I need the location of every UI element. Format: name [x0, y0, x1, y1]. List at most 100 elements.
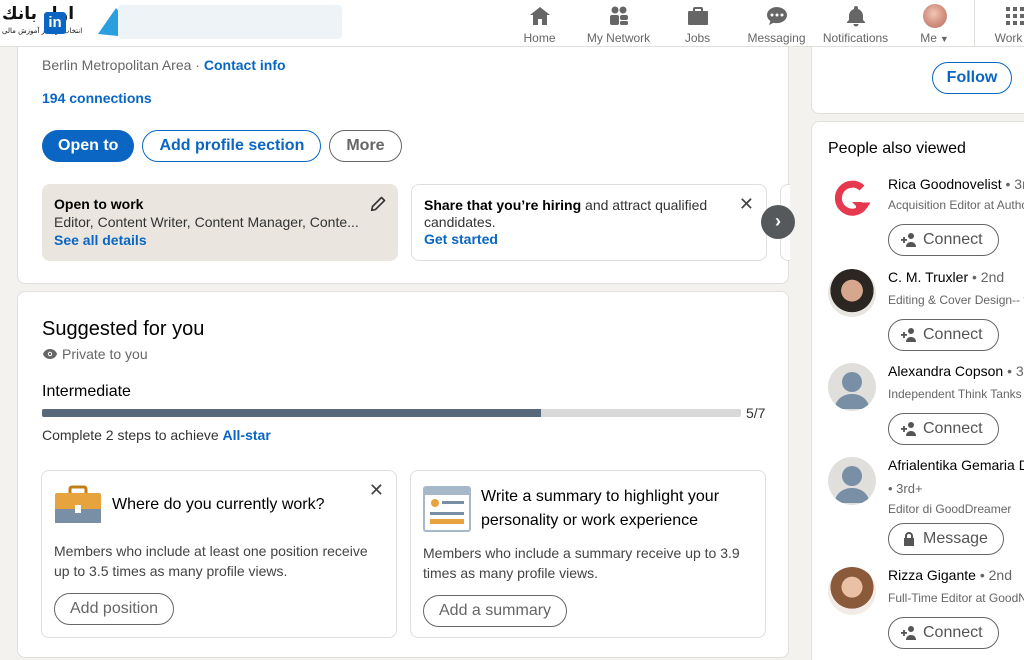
connect-button[interactable]: Connect: [888, 224, 999, 256]
hiring-card: Share that you’re hiring and attract qua…: [411, 184, 767, 261]
nav-my-network[interactable]: My Network: [579, 0, 658, 47]
task-card-position: Where do you currently work? ✕ Members w…: [41, 470, 397, 638]
get-started-link[interactable]: Get started: [424, 231, 754, 247]
avatar[interactable]: [828, 457, 876, 505]
home-icon: [529, 7, 550, 25]
connection-degree: • 2nd: [975, 567, 1012, 583]
hiring-text: Share that you’re hiring and attract qua…: [424, 197, 714, 231]
close-icon[interactable]: ✕: [739, 195, 754, 213]
eye-icon: [43, 349, 57, 359]
grid-icon: [1005, 7, 1024, 25]
open-to-button[interactable]: Open to: [42, 130, 135, 162]
message-button[interactable]: Message: [888, 523, 1004, 555]
person-headline: Editor di GoodDreamer: [888, 502, 1012, 516]
profile-strength-count: 5/7: [746, 405, 766, 421]
profile-actions: Open to Add profile section More: [42, 130, 402, 162]
default-person-icon: [834, 466, 870, 503]
more-button[interactable]: More: [329, 130, 402, 162]
chevron-right-icon: ›: [775, 211, 781, 231]
person-name-text: C. M. Truxler: [888, 269, 969, 285]
avatar[interactable]: [828, 567, 876, 615]
nav-work[interactable]: Work▼: [975, 0, 1024, 47]
task-title: Where do you currently work?: [112, 496, 325, 513]
pencil-icon[interactable]: [370, 196, 386, 212]
connection-degree-line: • 3rd+: [888, 481, 923, 496]
person-headline: Acquisition Editor at Autho: [888, 198, 1024, 212]
suggested-title: Suggested for you: [42, 318, 205, 340]
profile-location-row: Berlin Metropolitan Area · Contact info: [42, 57, 286, 73]
close-icon[interactable]: ✕: [369, 481, 384, 499]
complete-steps-prefix: Complete 2 steps to achieve: [42, 427, 223, 443]
connect-button[interactable]: Connect: [888, 319, 999, 351]
people-also-viewed-title: People also viewed: [828, 140, 966, 157]
lock-icon: [904, 532, 914, 546]
person-name[interactable]: Alexandra Copson • 3: [888, 363, 1024, 379]
global-nav: اول بانك انتخاب اول در آموزش مالی in Hom…: [0, 0, 1024, 47]
avatar[interactable]: [828, 269, 876, 317]
people-also-viewed-card: People also viewed Rica Goodnovelist • 3…: [811, 121, 1024, 660]
network-icon: [609, 6, 628, 25]
nav-me-label: Me: [920, 31, 937, 45]
carousel-next-button[interactable]: ›: [761, 205, 795, 239]
connect-button[interactable]: Connect: [888, 413, 999, 445]
default-person-icon: [834, 372, 870, 409]
person-name-text: Alexandra Copson: [888, 363, 1004, 379]
connection-degree: • 3r: [1005, 176, 1024, 192]
connect-button-label: Connect: [923, 624, 983, 641]
connect-button-label: Connect: [923, 326, 983, 343]
complete-steps-text: Complete 2 steps to achieve All-star: [42, 427, 271, 443]
nav-me[interactable]: Me ▼: [895, 0, 974, 47]
caret-down-icon: ▼: [939, 34, 949, 44]
connect-button-label: Connect: [923, 231, 983, 248]
nav-notifications[interactable]: Notifications: [816, 0, 895, 47]
nav-jobs-label: Jobs: [684, 31, 711, 45]
connect-button-label: Connect: [923, 420, 983, 437]
separator-dot: ·: [195, 57, 200, 73]
profile-strength-bar: [42, 409, 741, 417]
person-name[interactable]: Rizza Gigante • 2nd: [888, 567, 1012, 583]
hiring-text-bold: Share that you’re hiring: [424, 197, 582, 213]
task-card-summary: Write a summary to highlight your person…: [410, 470, 766, 638]
open-to-work-title: Open to work: [54, 196, 144, 212]
connections-link[interactable]: 194 connections: [42, 90, 152, 106]
goodnovel-logo-icon: [834, 180, 871, 216]
nav-messaging[interactable]: Messaging: [737, 0, 816, 47]
add-summary-button[interactable]: Add a summary: [423, 595, 568, 627]
briefcase-icon: [687, 7, 708, 25]
profile-location: Berlin Metropolitan Area: [42, 57, 192, 73]
nav-home[interactable]: Home: [500, 0, 579, 47]
bell-icon: [846, 6, 865, 27]
connection-degree: • 3: [1003, 363, 1024, 379]
avatar[interactable]: [828, 176, 876, 224]
nav-work-label: Work: [994, 31, 1023, 45]
linkedin-logo[interactable]: in: [44, 12, 66, 34]
person-name-text: Afrialentika Gemaria D: [888, 457, 1024, 473]
see-all-details-link[interactable]: See all details: [54, 232, 386, 248]
open-to-work-card[interactable]: Open to work Editor, Content Writer, Con…: [42, 184, 398, 261]
chat-icon: [766, 7, 787, 25]
profile-strength-fill: [42, 409, 542, 417]
add-person-icon: [901, 328, 916, 342]
person-name[interactable]: Rica Goodnovelist • 3r: [888, 176, 1024, 192]
follow-button[interactable]: Follow: [932, 62, 1012, 94]
add-position-button[interactable]: Add position: [54, 593, 175, 625]
contact-info-link[interactable]: Contact info: [204, 57, 286, 73]
task-description: Members who include a summary receive up…: [423, 545, 740, 581]
nav-notifications-label: Notifications: [822, 31, 889, 45]
profile-card: Berlin Metropolitan Area · Contact info …: [17, 20, 795, 284]
connect-button[interactable]: Connect: [888, 617, 999, 649]
nav-messaging-label: Messaging: [747, 31, 806, 45]
message-button-label: Message: [923, 530, 988, 547]
avatar[interactable]: [828, 363, 876, 411]
search-input[interactable]: [118, 5, 342, 39]
add-profile-section-button[interactable]: Add profile section: [142, 130, 322, 162]
person-name[interactable]: Afrialentika Gemaria D: [888, 457, 1024, 473]
all-star-link[interactable]: All-star: [223, 427, 271, 443]
add-person-icon: [901, 626, 916, 640]
nav-jobs[interactable]: Jobs: [658, 0, 737, 47]
private-to-you: Private to you: [42, 346, 148, 362]
add-person-icon: [901, 233, 916, 247]
add-person-icon: [901, 422, 916, 436]
person-name[interactable]: C. M. Truxler • 2nd: [888, 269, 1004, 285]
nav-menu: Home My Network Jobs Messaging Notificat…: [500, 0, 1024, 47]
